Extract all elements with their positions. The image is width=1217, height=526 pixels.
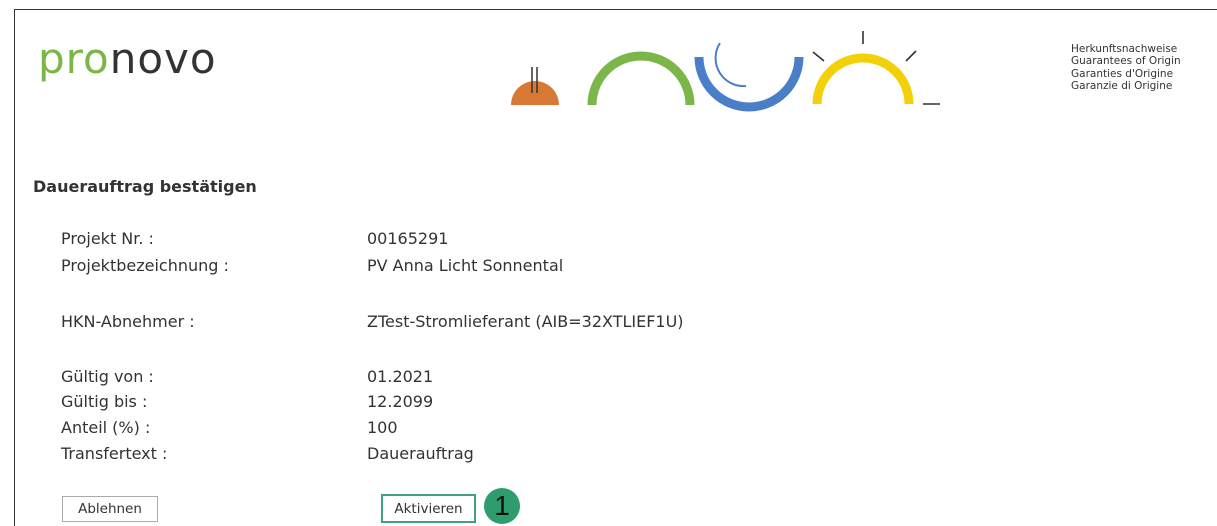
anteil-label: Anteil (%) : (61, 418, 151, 437)
projektbezeichnung-label: Projektbezeichnung : (61, 256, 229, 275)
activate-button[interactable]: Aktivieren (381, 494, 476, 523)
gueltig-von-value: 01.2021 (367, 367, 434, 386)
hkn-abnehmer-value: ZTest-Stromlieferant (AIB=32XTLIEF1U) (367, 312, 684, 331)
page-title: Dauerauftrag bestätigen (33, 177, 257, 196)
hkn-abnehmer-label: HKN-Abnehmer : (61, 312, 195, 331)
pronovo-logo: pronovo (38, 38, 217, 80)
gueltig-bis-label: Gültig bis : (61, 392, 148, 411)
tagline-en: Guarantees of Origin (1071, 55, 1181, 68)
tagline-fr: Garanties d'Origine (1071, 67, 1174, 80)
transfertext-label: Transfertext : (61, 444, 168, 463)
projektbezeichnung-value: PV Anna Licht Sonnental (367, 256, 564, 275)
tagline-it: Garanzie di Origine (1071, 80, 1173, 93)
projekt-nr-value: 00165291 (367, 229, 449, 248)
hydro-icon (694, 42, 804, 112)
logo-text-novo: novo (109, 34, 217, 83)
wind-icon (587, 51, 695, 106)
anteil-value: 100 (367, 418, 398, 437)
biomass-icon (511, 67, 559, 105)
solar-icon (812, 31, 940, 105)
step-marker: 1 (484, 488, 520, 524)
gueltig-bis-value: 12.2099 (367, 392, 434, 411)
transfertext-value: Dauerauftrag (367, 444, 474, 463)
gueltig-von-label: Gültig von : (61, 367, 154, 386)
logo-text-pro: pro (38, 34, 110, 83)
energy-sources-graphic (511, 31, 940, 112)
tagline-de: Herkunftsnachweise (1071, 43, 1178, 55)
guarantees-of-origin-tagline: Herkunftsnachweise Guarantees of Origin … (1071, 43, 1181, 93)
projekt-nr-label: Projekt Nr. : (61, 229, 154, 248)
reject-button[interactable]: Ablehnen (62, 496, 158, 522)
